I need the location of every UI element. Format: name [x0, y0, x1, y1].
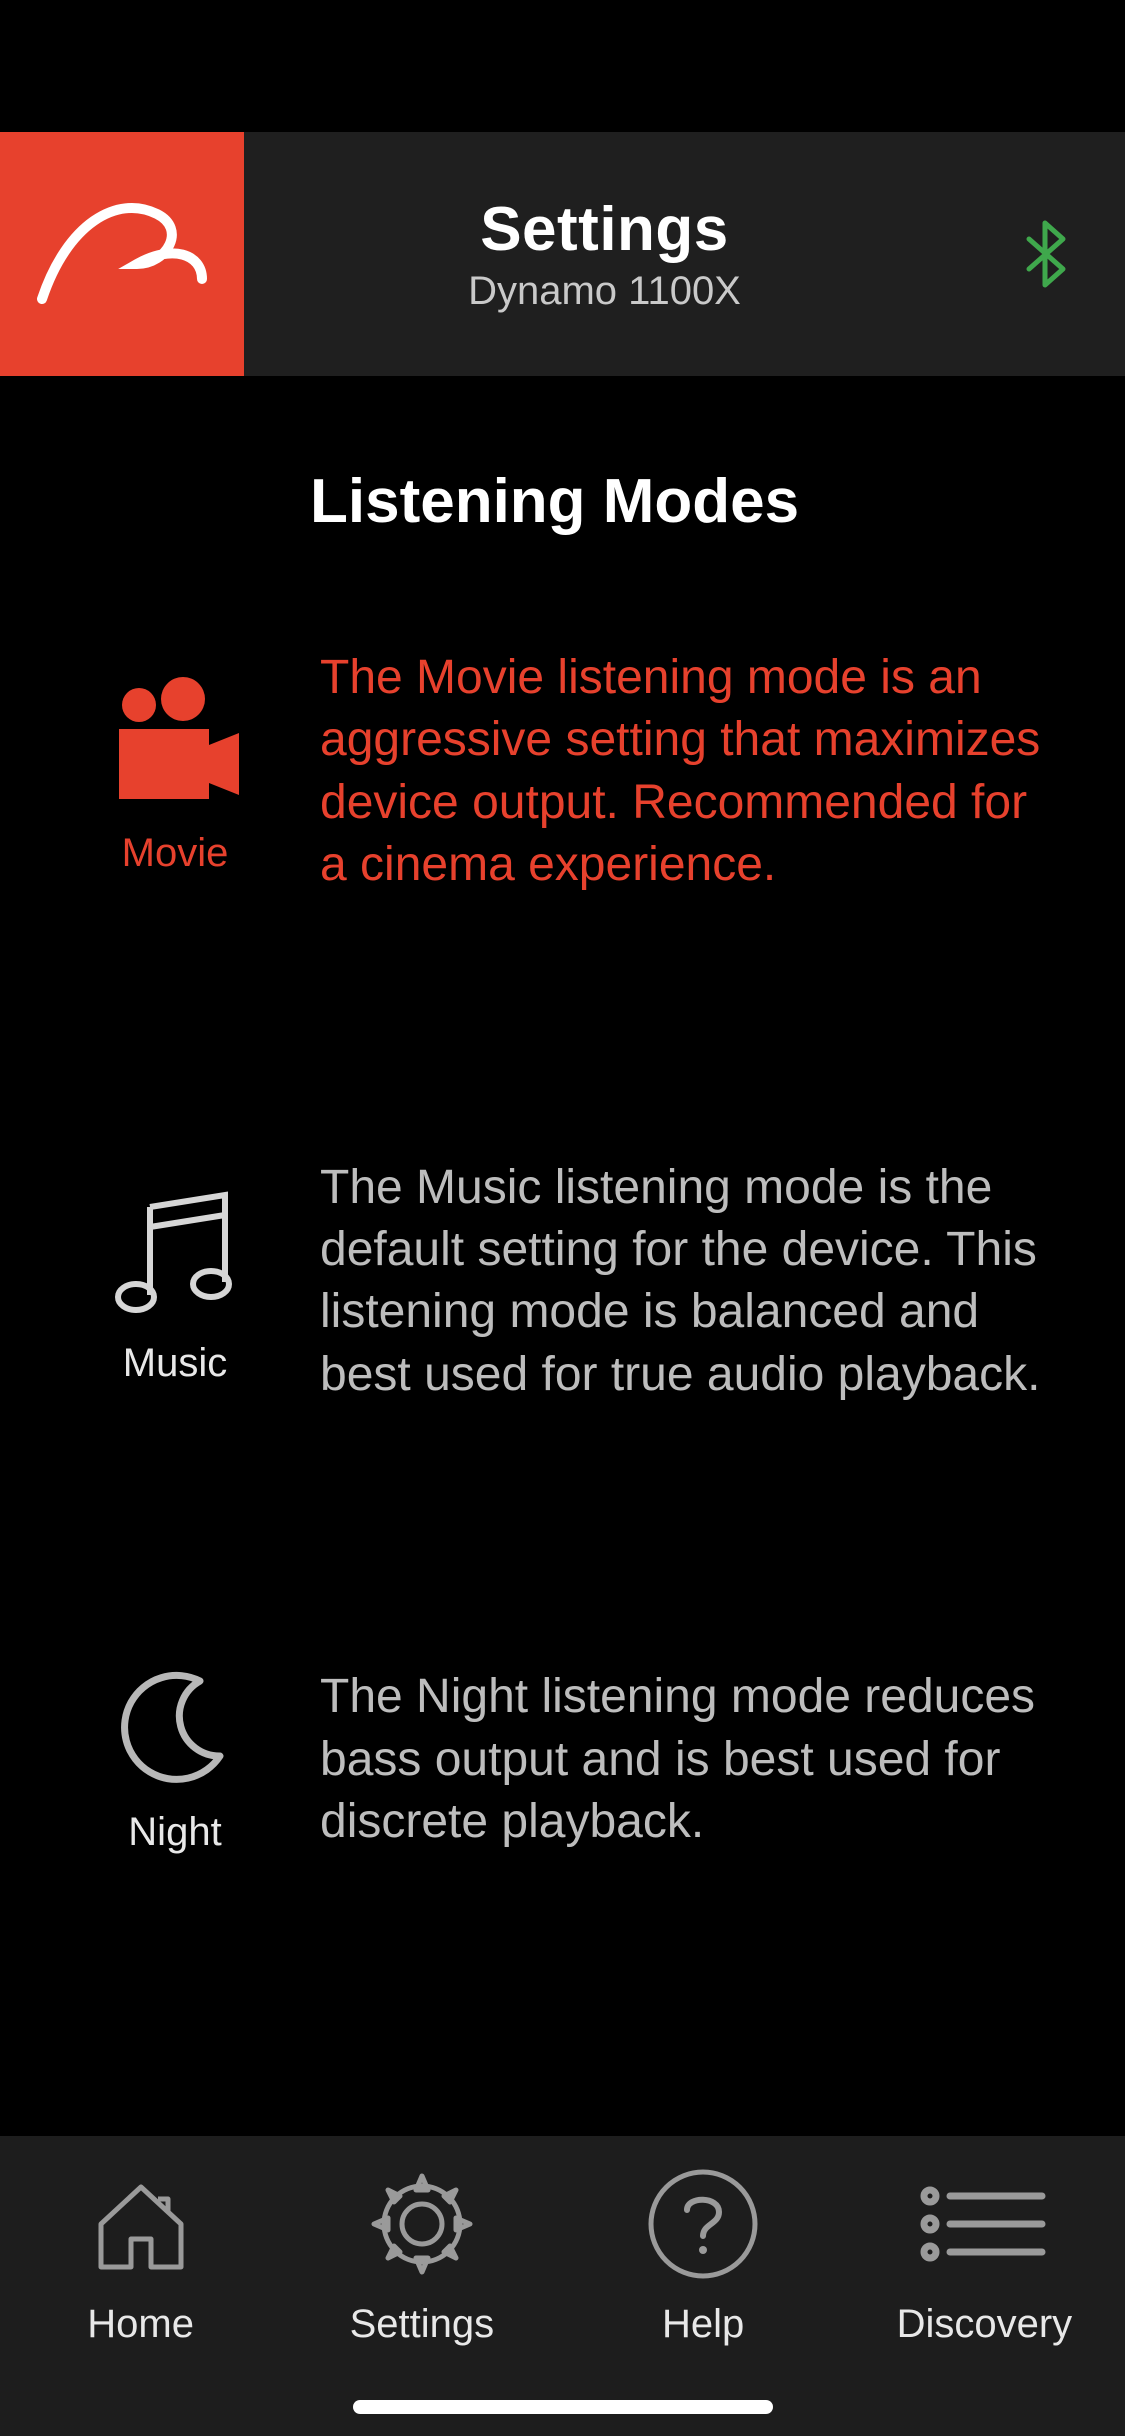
mode-music-description: The Music listening mode is the default …	[290, 1157, 1065, 1407]
bottom-nav: Home Settings Help	[0, 2136, 1125, 2436]
nav-settings[interactable]: Settings	[281, 2164, 562, 2436]
nav-help-label: Help	[662, 2302, 744, 2347]
mode-night-label: Night	[128, 1810, 221, 1855]
gear-icon	[362, 2164, 482, 2284]
movie-camera-icon	[105, 677, 245, 807]
nav-discovery[interactable]: Discovery	[844, 2164, 1125, 2436]
moon-icon	[115, 1666, 235, 1786]
mode-movie-label: Movie	[122, 831, 229, 876]
music-note-icon	[110, 1187, 240, 1317]
nav-help[interactable]: Help	[563, 2164, 844, 2436]
mode-movie[interactable]: Movie The Movie listening mode is an agg…	[60, 647, 1065, 897]
header-title: Settings	[204, 194, 1005, 265]
bluetooth-status[interactable]	[1005, 219, 1125, 289]
header-subtitle: Dynamo 1100X	[204, 269, 1005, 314]
listening-modes-list: Movie The Movie listening mode is an agg…	[0, 537, 1125, 1855]
home-icon	[86, 2169, 196, 2279]
help-icon	[643, 2164, 763, 2284]
nav-discovery-label: Discovery	[897, 2302, 1073, 2347]
status-bar-spacer	[0, 0, 1125, 132]
section-title: Listening Modes	[0, 376, 1125, 537]
mode-night-description: The Night listening mode reduces bass ou…	[290, 1666, 1065, 1853]
mode-music[interactable]: Music The Music listening mode is the de…	[60, 1157, 1065, 1407]
bluetooth-icon	[1023, 219, 1067, 289]
brand-logo-icon	[27, 184, 217, 324]
mode-night[interactable]: Night The Night listening mode reduces b…	[60, 1666, 1065, 1855]
home-indicator	[353, 2400, 773, 2414]
list-icon	[914, 2174, 1054, 2274]
nav-home-label: Home	[87, 2302, 194, 2347]
app-header: Settings Dynamo 1100X	[0, 132, 1125, 376]
nav-home[interactable]: Home	[0, 2164, 281, 2436]
mode-movie-description: The Movie listening mode is an aggressiv…	[290, 647, 1065, 897]
mode-music-label: Music	[123, 1341, 227, 1386]
nav-settings-label: Settings	[350, 2302, 495, 2347]
